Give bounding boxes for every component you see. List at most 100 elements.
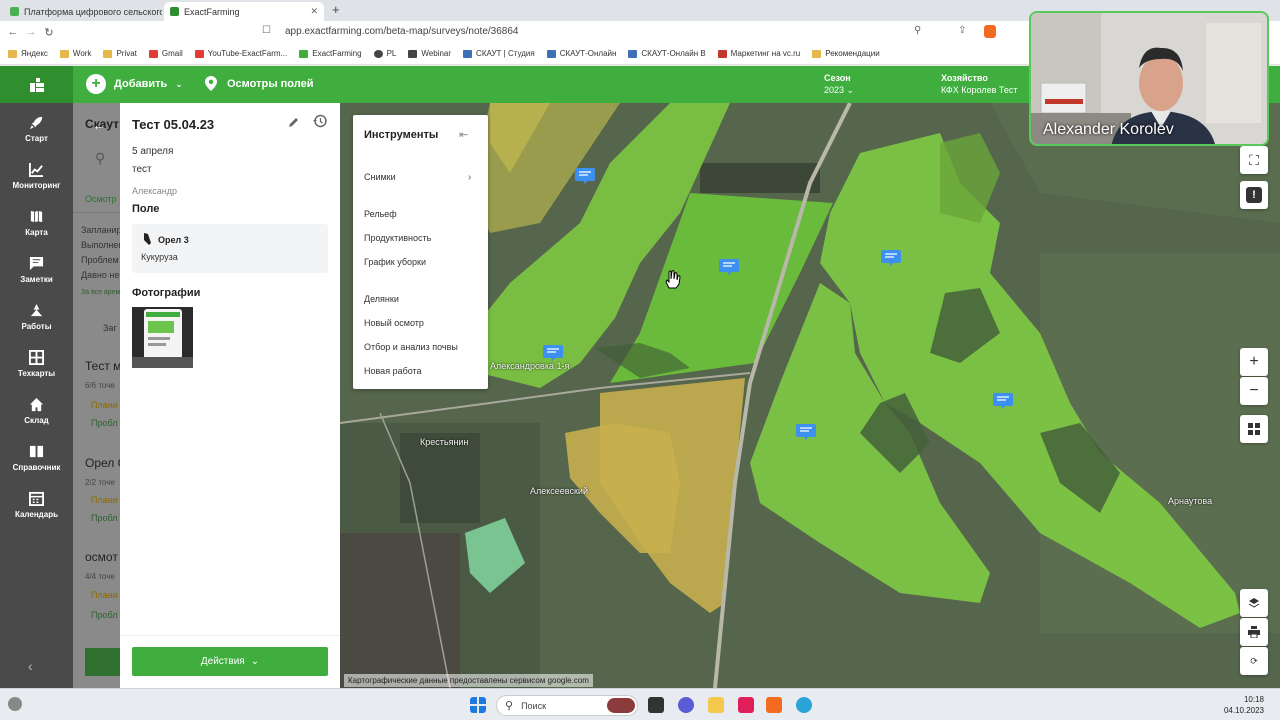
bookmark-item[interactable]: PL <box>373 49 396 58</box>
edit-button[interactable] <box>288 115 300 133</box>
widgets-button[interactable] <box>1240 415 1268 443</box>
brave-browser-icon[interactable] <box>766 697 782 713</box>
bookmark-item[interactable]: YouTube-ExactFarm... <box>194 49 287 58</box>
survey-title: Тест 05.04.23 <box>132 117 215 132</box>
bookmark-item[interactable]: Privat <box>103 49 137 58</box>
history-button[interactable] <box>313 114 327 133</box>
list-item-title[interactable]: Тест м <box>85 359 121 373</box>
collapse-nav-icon[interactable]: ‹ <box>28 658 33 674</box>
forward-icon[interactable]: → <box>22 26 40 38</box>
tool-soil-sampling[interactable]: Отбор и анализ почвы <box>364 342 458 352</box>
share-icon[interactable]: ⇪ <box>958 25 966 36</box>
nav-item-techcards[interactable]: Техкарты <box>0 341 73 387</box>
survey-note-marker-icon[interactable] <box>881 250 901 266</box>
tool-new-survey[interactable]: Новый осмотр <box>364 318 424 328</box>
fullscreen-button[interactable]: ⛶ <box>1240 146 1268 174</box>
field-card[interactable]: Орел 3 Кукуруза <box>132 224 328 273</box>
nav-item-warehouse[interactable]: Склад <box>0 388 73 434</box>
nav-item-map[interactable]: Карта <box>0 200 73 246</box>
upload-link[interactable]: Заг <box>103 323 117 333</box>
surveys-nav-link[interactable]: Осмотры полей <box>205 76 313 91</box>
survey-note-marker-icon[interactable] <box>719 259 739 275</box>
3d-view-button[interactable]: ⟳ <box>1240 647 1268 675</box>
actions-button[interactable]: Действия ⌄ <box>132 647 328 676</box>
bookmark-item[interactable]: СКАУТ-Онлайн <box>546 49 616 58</box>
telegram-icon[interactable] <box>796 697 812 713</box>
nav-item-works[interactable]: Работы <box>0 294 73 340</box>
tool-productivity[interactable]: Продуктивность <box>364 233 431 243</box>
filter-row[interactable]: Запланир <box>81 225 121 235</box>
bookmark-item[interactable]: Маркетинг на vc.ru <box>717 49 800 58</box>
nav-item-calendar[interactable]: Календарь <box>0 482 73 528</box>
search-icon[interactable]: ⚲ <box>95 150 105 167</box>
zoom-out-button[interactable]: − <box>1240 377 1268 405</box>
windows-start-icon[interactable] <box>470 697 486 713</box>
reload-icon[interactable]: ↻ <box>40 26 58 39</box>
bookmark-item[interactable]: Яндекс <box>8 49 48 58</box>
list-item-title[interactable]: Орел С <box>85 456 121 470</box>
system-clock[interactable]: 10:18 04.10.2023 <box>1224 694 1264 716</box>
season-selector[interactable]: Сезон 2023 ⌄ <box>824 72 854 96</box>
field-shape-icon <box>144 233 151 245</box>
slack-icon[interactable] <box>738 697 754 713</box>
add-button[interactable]: + Добавить ⌄ <box>86 74 183 94</box>
nav-item-start[interactable]: Старт <box>0 106 73 152</box>
survey-note-marker-icon[interactable] <box>543 345 563 361</box>
survey-note-marker-icon[interactable] <box>575 168 595 184</box>
teams-icon[interactable] <box>678 697 694 713</box>
bookmark-item[interactable]: ExactFarming <box>299 49 362 58</box>
layers-button[interactable] <box>1240 589 1268 617</box>
zoom-in-button[interactable]: + <box>1240 348 1268 376</box>
chevron-right-icon[interactable]: › <box>468 172 471 183</box>
grid-icon <box>29 350 44 365</box>
brave-shield-icon[interactable] <box>984 25 996 38</box>
bookmark-item[interactable]: Gmail <box>148 49 183 58</box>
filter-row[interactable]: Давно не <box>81 270 119 280</box>
scout-icon <box>463 49 473 58</box>
bookmark-item[interactable]: Webinar <box>408 49 451 58</box>
list-item-title[interactable]: осмот <box>85 550 118 564</box>
phone-hand <box>132 357 193 368</box>
back-arrow-icon[interactable]: ← <box>92 117 106 133</box>
collapse-panel-icon[interactable]: ⇤ <box>459 128 468 141</box>
bookmark-item[interactable]: Work <box>59 49 91 58</box>
tab-surveys[interactable]: Осмотр <box>85 194 117 204</box>
close-tab-icon[interactable]: ✕ <box>310 6 318 17</box>
new-tab-button[interactable]: + <box>332 2 340 17</box>
task-view-icon[interactable] <box>648 697 664 713</box>
tools-title: Инструменты <box>364 129 439 141</box>
tool-plots[interactable]: Делянки <box>364 294 399 304</box>
back-icon[interactable]: ← <box>4 26 22 38</box>
browser-tab-exactfarming[interactable]: ExactFarming ✕ <box>164 2 324 21</box>
url-field[interactable]: app.exactfarming.com/beta-map/surveys/no… <box>285 26 518 37</box>
browser-tab-platform[interactable]: Платформа цифрового сельского хозяйства … <box>4 2 162 21</box>
nav-item-reference[interactable]: Справочник <box>0 435 73 481</box>
survey-note-marker-icon[interactable] <box>796 424 816 440</box>
tool-new-work[interactable]: Новая работа <box>364 366 422 376</box>
widgets-taskbar-icon[interactable] <box>8 697 22 711</box>
bookmark-icon[interactable]: ☐ <box>262 25 271 36</box>
photo-thumbnail[interactable] <box>132 307 193 368</box>
tool-relief[interactable]: Рельеф <box>364 209 397 219</box>
period-link[interactable]: За все врем <box>81 289 120 296</box>
taskbar-search[interactable]: ⚲ Поиск <box>496 695 638 716</box>
tab-favicon-icon <box>10 7 19 16</box>
bookmark-item[interactable]: СКАУТ-Онлайн В <box>628 49 706 58</box>
location-icon[interactable]: ⚲ <box>914 25 921 36</box>
filter-row[interactable]: Выполнен <box>81 240 121 250</box>
list-action-button[interactable] <box>85 648 121 676</box>
filter-row[interactable]: Проблем <box>81 255 119 265</box>
survey-note-marker-icon[interactable] <box>993 393 1013 409</box>
file-explorer-icon[interactable] <box>708 697 724 713</box>
app-logo[interactable] <box>0 66 73 103</box>
print-button[interactable] <box>1240 618 1268 646</box>
alert-button[interactable]: ! <box>1240 181 1268 209</box>
bookmark-item[interactable]: Рекомендации <box>812 49 880 58</box>
nav-item-monitoring[interactable]: Мониторинг <box>0 153 73 199</box>
tool-harvest-schedule[interactable]: График уборки <box>364 257 426 267</box>
pencil-icon <box>289 118 298 127</box>
nav-item-notes[interactable]: Заметки <box>0 247 73 293</box>
farm-selector[interactable]: Хозяйство КФХ Королев Тест <box>941 72 1018 96</box>
tool-imagery[interactable]: Снимки <box>364 172 396 182</box>
bookmark-item[interactable]: СКАУТ | Студия <box>463 49 535 58</box>
